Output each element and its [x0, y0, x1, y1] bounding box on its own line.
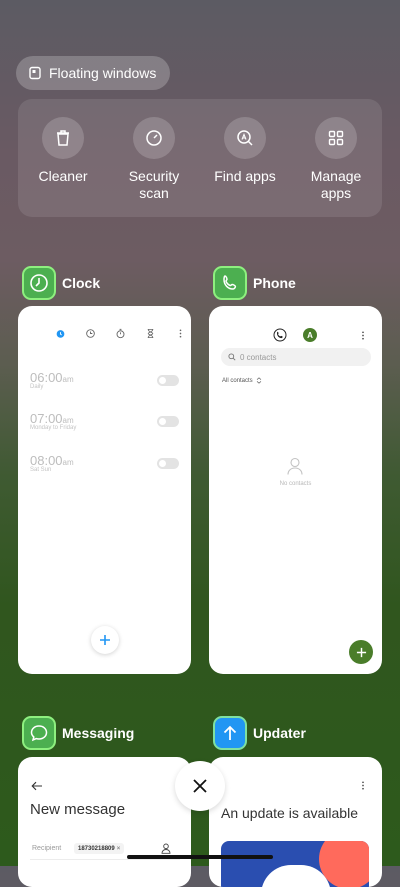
empty-contacts-text: No contacts: [279, 481, 312, 487]
alarm-toggle[interactable]: [157, 416, 179, 427]
world-clock-icon[interactable]: [85, 328, 96, 339]
clock-tabs: [55, 328, 186, 339]
trash-icon: [57, 130, 69, 146]
clock-app-card[interactable]: 06:00am Daily 07:00am Monday to Friday 0…: [18, 306, 191, 674]
messaging-app-icon: [22, 716, 56, 750]
update-title: An update is available: [221, 805, 358, 821]
avatar[interactable]: A: [303, 328, 317, 342]
find-apps-button[interactable]: Find apps: [200, 117, 290, 185]
alarm-icon[interactable]: [55, 328, 66, 339]
cleaner-button[interactable]: Cleaner: [18, 117, 108, 185]
clock-app-header[interactable]: Clock: [22, 266, 100, 300]
recipient-chip[interactable]: 18730218809 ×: [74, 843, 125, 854]
messaging-app-header[interactable]: Messaging: [22, 716, 134, 750]
clear-all-button[interactable]: [175, 761, 225, 811]
clock-app-name: Clock: [62, 275, 101, 291]
manage-apps-button[interactable]: Manage apps: [291, 117, 381, 202]
alarm-toggle[interactable]: [157, 375, 179, 386]
updater-app-name: Updater: [253, 725, 306, 741]
add-alarm-button[interactable]: [91, 626, 119, 654]
phone-icon[interactable]: [273, 328, 287, 342]
messaging-app-name: Messaging: [62, 725, 135, 741]
phone-app-header[interactable]: Phone: [213, 266, 296, 300]
plus-icon: [356, 647, 366, 657]
alarm-toggle[interactable]: [157, 458, 179, 469]
updater-app-icon: [213, 716, 247, 750]
alarm-label: Daily: [30, 384, 44, 390]
updater-app-card[interactable]: An update is available: [209, 757, 382, 887]
close-icon: [193, 779, 207, 793]
find-apps-icon: [237, 130, 253, 146]
remove-recipient-icon[interactable]: ×: [117, 846, 121, 852]
update-banner-image: [221, 841, 369, 887]
floating-windows-button[interactable]: Floating windows: [16, 56, 171, 90]
alarm-label: Monday to Friday: [30, 425, 77, 431]
person-icon: [287, 457, 303, 475]
timer-icon[interactable]: [145, 328, 156, 339]
more-icon[interactable]: [175, 328, 186, 339]
messaging-app-card[interactable]: New message Recipient 18730218809 ×: [18, 757, 191, 887]
contacts-search-input[interactable]: 0 contacts: [221, 348, 371, 366]
security-scan-button[interactable]: Security scan: [109, 117, 199, 202]
updater-app-header[interactable]: Updater: [213, 716, 306, 750]
alarm-time: 07:00am: [30, 411, 74, 426]
manage-apps-label: Manage apps: [310, 168, 362, 201]
alarm-label: Sat Sun: [30, 467, 52, 473]
home-indicator[interactable]: [127, 855, 273, 859]
more-icon[interactable]: [359, 780, 367, 791]
phone-app-icon: [213, 266, 247, 300]
plus-icon: [100, 635, 110, 645]
more-icon[interactable]: [359, 330, 367, 341]
search-placeholder: 0 contacts: [240, 352, 277, 362]
cleaner-label: Cleaner: [38, 168, 88, 184]
clock-app-icon: [22, 266, 56, 300]
find-apps-label: Find apps: [214, 168, 276, 184]
security-scan-label: Security scan: [128, 168, 180, 201]
filter-label: All contacts: [222, 377, 253, 384]
recipient-label: Recipient: [32, 845, 62, 852]
alarm-time: 06:00am: [30, 370, 74, 385]
phone-app-name: Phone: [253, 275, 296, 291]
back-arrow-icon[interactable]: [31, 781, 43, 791]
quick-actions-panel: Cleaner Security scan Find apps Manage a…: [18, 99, 382, 217]
new-message-title: New message: [30, 801, 126, 818]
sort-arrows-icon: [256, 377, 261, 384]
add-contact-icon[interactable]: [161, 843, 171, 854]
alarm-time: 08:00am: [30, 453, 74, 468]
contacts-filter-dropdown[interactable]: All contacts: [222, 377, 262, 384]
security-icon: [146, 130, 162, 146]
phone-app-card[interactable]: A 0 contacts All contacts No contacts: [209, 306, 382, 674]
add-contact-button[interactable]: [349, 640, 373, 664]
divider: [30, 859, 180, 860]
stopwatch-icon[interactable]: [115, 328, 126, 339]
floating-windows-label: Floating windows: [49, 65, 157, 81]
grid-icon: [328, 130, 344, 146]
floating-window-icon: [29, 66, 41, 80]
search-icon: [228, 353, 236, 361]
recipient-value: 18730218809: [78, 845, 115, 852]
